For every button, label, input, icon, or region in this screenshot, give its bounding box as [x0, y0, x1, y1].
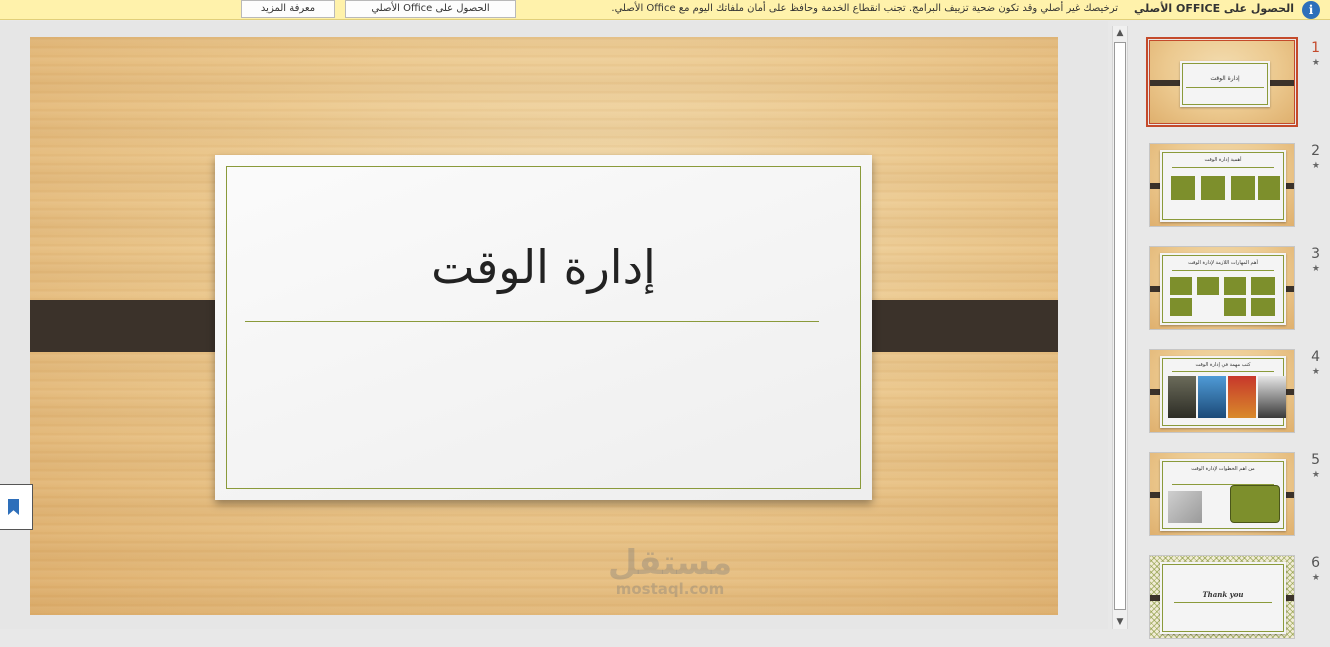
bookmark-icon — [8, 499, 19, 515]
thumb-note-box — [1230, 485, 1280, 523]
thumb-content-box — [1201, 176, 1225, 200]
thumbnail-number: 4 — [1311, 349, 1320, 365]
thumbnail-number: 2 — [1311, 143, 1320, 159]
thumbnail-item[interactable]: إدارة الوقت 1 ★ — [1129, 37, 1330, 132]
slide-thumbnail[interactable]: من اهم الخطوات لإدارة الوقت — [1149, 452, 1295, 536]
thumb-card: أهم المهارات اللازمة لإدارة الوقت — [1160, 253, 1286, 325]
thumb-rule — [1186, 87, 1264, 88]
thumb-content-box — [1170, 298, 1192, 316]
thumbnail-number: 6 — [1311, 555, 1320, 571]
thumb-content-box — [1231, 176, 1255, 200]
thumbnail-number: 5 — [1311, 452, 1320, 468]
thumb-content-box — [1251, 298, 1275, 316]
thumb-title: من اهم الخطوات لإدارة الوقت — [1191, 466, 1255, 472]
thumb-title: كتب مهمة في إدارة الوقت — [1195, 362, 1251, 368]
thumbnail-item[interactable]: Thank you 6 ★ — [1129, 555, 1330, 647]
thumb-content-box — [1251, 277, 1275, 295]
thumb-content-box — [1258, 176, 1280, 200]
watermark-logo: مستقل mostaql.com — [585, 545, 755, 597]
thumb-photo — [1168, 491, 1202, 523]
animation-star-icon: ★ — [1311, 161, 1320, 171]
card-frame — [226, 166, 861, 489]
thumb-rule — [1174, 602, 1272, 603]
scroll-down-arrow-icon[interactable]: ▼ — [1113, 615, 1127, 629]
notice-title: الحصول على OFFICE الأصلي — [1133, 2, 1294, 15]
thumb-content-box — [1170, 277, 1192, 295]
slide-thumbnail[interactable]: Thank you — [1149, 555, 1295, 639]
thumb-card: من اهم الخطوات لإدارة الوقت — [1160, 459, 1286, 531]
learn-more-button[interactable]: معرفة المزيد — [241, 0, 335, 18]
notification-bar: i الحصول على OFFICE الأصلي ترخيصك غير أص… — [0, 0, 1330, 20]
vertical-scrollbar[interactable]: ▲ ▼ — [1112, 26, 1128, 629]
right-strap — [850, 300, 1058, 352]
thumbnail-item[interactable]: من اهم الخطوات لإدارة الوقت 5 ★ — [1129, 452, 1330, 544]
animation-star-icon: ★ — [1311, 264, 1320, 274]
thumb-content-box — [1171, 176, 1195, 200]
left-strap — [30, 300, 236, 352]
thumb-title: أهم المهارات اللازمة لإدارة الوقت — [1188, 260, 1258, 266]
thumb-book-cover — [1258, 376, 1286, 418]
thumbnail-number: 1 — [1311, 40, 1320, 56]
thumbnail-item[interactable]: كتب مهمة في إدارة الوقت 4 ★ — [1129, 349, 1330, 441]
slide-thumbnail[interactable]: كتب مهمة في إدارة الوقت — [1149, 349, 1295, 433]
animation-star-icon: ★ — [1311, 573, 1320, 583]
thumb-card: Thank you — [1160, 562, 1286, 634]
title-card: إدارة الوقت — [215, 155, 872, 500]
thumb-strap — [1150, 80, 1180, 86]
slide-thumbnail[interactable]: إدارة الوقت — [1146, 37, 1298, 127]
notice-message: ترخيصك غير أصلي وقد تكون ضحية تزييف البر… — [611, 3, 1118, 14]
thumb-card: إدارة الوقت — [1180, 61, 1270, 107]
animation-star-icon: ★ — [1311, 58, 1320, 68]
scroll-up-arrow-icon[interactable]: ▲ — [1113, 26, 1127, 40]
thumb-title: أهمية إدارة الوقت — [1204, 157, 1242, 163]
watermark-latin: mostaql.com — [615, 580, 725, 598]
thumb-rule — [1172, 167, 1274, 168]
thumb-book-cover — [1168, 376, 1196, 418]
info-icon: i — [1302, 1, 1320, 19]
thumbnail-item[interactable]: أهم المهارات اللازمة لإدارة الوقت 3 ★ — [1129, 246, 1330, 338]
thumb-title: إدارة الوقت — [1210, 75, 1240, 82]
title-underline — [245, 321, 819, 322]
thumb-card: أهمية إدارة الوقت — [1160, 150, 1286, 222]
slide-canvas[interactable]: إدارة الوقت مستقل mostaql.com — [30, 37, 1058, 615]
animation-star-icon: ★ — [1311, 470, 1320, 480]
slide-thumbnail[interactable]: أهمية إدارة الوقت — [1149, 143, 1295, 227]
thumb-book-cover — [1198, 376, 1226, 418]
thumb-frame — [1182, 63, 1268, 105]
thumb-rule — [1172, 371, 1274, 372]
slide-thumbnails-pane: إدارة الوقت 1 ★ أهمية إدارة الوقت 2 ★ أه… — [1129, 21, 1330, 639]
bookmark-tab[interactable] — [0, 484, 33, 530]
thumb-rule — [1172, 270, 1274, 271]
thumbnail-number: 3 — [1311, 246, 1320, 262]
thumb-book-cover — [1228, 376, 1256, 418]
slide-edit-area: إدارة الوقت مستقل mostaql.com — [0, 21, 1108, 629]
slide-thumbnail[interactable]: أهم المهارات اللازمة لإدارة الوقت — [1149, 246, 1295, 330]
thumb-title: Thank you — [1202, 590, 1244, 599]
thumbnail-item[interactable]: أهمية إدارة الوقت 2 ★ — [1129, 143, 1330, 235]
thumb-content-box — [1224, 277, 1246, 295]
get-genuine-office-button[interactable]: الحصول على Office الأصلي — [345, 0, 516, 18]
slide-title[interactable]: إدارة الوقت — [215, 240, 872, 294]
scroll-thumb[interactable] — [1114, 42, 1126, 610]
thumb-content-box — [1224, 298, 1246, 316]
thumb-content-box — [1197, 277, 1219, 295]
animation-star-icon: ★ — [1311, 367, 1320, 377]
watermark-arabic: مستقل — [607, 543, 733, 583]
